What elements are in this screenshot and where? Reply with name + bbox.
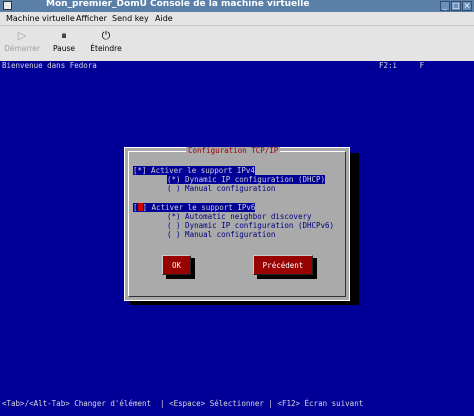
shutdown-button-label: Éteindre bbox=[90, 44, 122, 53]
start-button-label: Démarrer bbox=[4, 44, 40, 53]
minimize-button[interactable]: _ bbox=[440, 1, 450, 11]
menu-machine-virtuelle[interactable]: Machine virtuelle bbox=[6, 12, 75, 25]
ipv6-checkbox[interactable]: [] Activer le support IPv6 bbox=[133, 203, 256, 212]
menu-aide[interactable]: Aide bbox=[155, 12, 173, 25]
play-icon: ▷ bbox=[17, 29, 27, 42]
ipv6-auto-radio[interactable]: (*) Automatic neighbor discovery bbox=[167, 212, 312, 221]
ipv4-manual-radio[interactable]: ( ) Manual configuration bbox=[167, 184, 275, 193]
ipv6-manual-radio[interactable]: ( ) Manual configuration bbox=[167, 230, 275, 239]
ipv6-checkbox-label: ] Activer le support IPv6 bbox=[142, 203, 256, 212]
menu-send-key[interactable]: Send key bbox=[112, 12, 149, 25]
toolbar: ▷ Démarrer ⏸ Pause ⏻ Éteindre bbox=[0, 26, 474, 62]
ok-button[interactable]: OK bbox=[162, 255, 191, 275]
ipv4-checkbox[interactable]: [*] Activer le support IPv4 bbox=[133, 166, 255, 175]
power-icon: ⏻ bbox=[101, 29, 111, 42]
console-status-line: <Tab>/<Alt-Tab> Changer d'élément | <Esp… bbox=[2, 399, 364, 408]
pause-icon: ⏸ bbox=[61, 29, 67, 42]
ipv6-dhcp-radio[interactable]: ( ) Dynamic IP configuration (DHCPv6) bbox=[167, 221, 334, 230]
menu-bar: Machine virtuelle Afficher Send key Aide bbox=[0, 12, 474, 26]
start-button[interactable]: ▷ Démarrer bbox=[2, 28, 42, 53]
window-title: Mon_premier_DomU Console de la machine v… bbox=[46, 0, 310, 9]
console-hints: F2:i F bbox=[379, 61, 425, 70]
dialog-title: Configuration TCP/IP bbox=[186, 146, 281, 155]
menu-afficher[interactable]: Afficher bbox=[76, 12, 107, 25]
shutdown-button[interactable]: ⏻ Éteindre bbox=[86, 28, 126, 53]
maximize-button[interactable]: □ bbox=[451, 1, 461, 11]
window-menu-icon[interactable] bbox=[3, 1, 12, 10]
welcome-text: Bienvenue dans Fedora bbox=[2, 61, 97, 70]
pause-button-label: Pause bbox=[52, 44, 76, 53]
close-button[interactable]: × bbox=[462, 1, 472, 11]
pause-button[interactable]: ⏸ Pause bbox=[44, 28, 84, 53]
ipv4-dhcp-radio[interactable]: (*) Dynamic IP configuration (DHCP) bbox=[167, 175, 326, 184]
vm-console[interactable]: Bienvenue dans Fedora F2:i F Configurati… bbox=[0, 61, 474, 416]
tcpip-dialog: Configuration TCP/IP [*] Activer le supp… bbox=[124, 147, 350, 301]
back-button[interactable]: Précédent bbox=[253, 255, 313, 275]
